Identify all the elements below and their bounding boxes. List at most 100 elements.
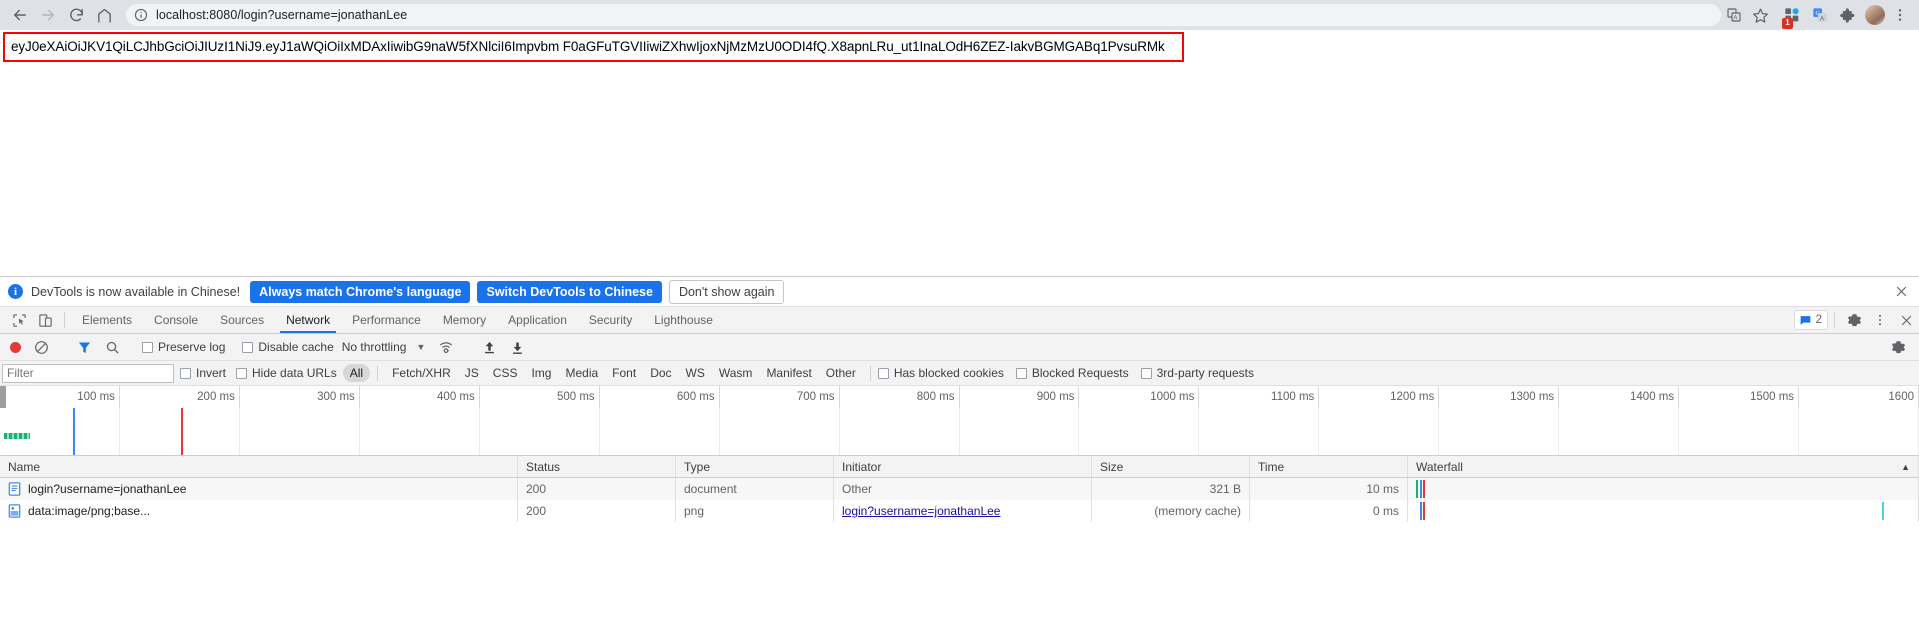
divider [64,312,65,328]
filter-type-other[interactable]: Other [819,364,863,382]
cell-type: document [676,478,834,500]
translate-icon[interactable]: A [1721,2,1747,28]
initiator-link[interactable]: login?username=jonathanLee [842,504,1000,518]
column-header-initiator[interactable]: Initiator [834,456,1092,477]
preserve-log-label: Preserve log [158,340,226,354]
star-icon[interactable] [1747,2,1773,28]
info-circle-icon[interactable] [134,8,148,22]
message-count-label: 2 [1815,314,1822,326]
console-message-count[interactable]: 2 [1793,310,1828,330]
download-arrow-icon[interactable] [504,340,530,355]
home-button[interactable] [90,1,118,29]
tab-lighthouse[interactable]: Lighthouse [643,307,724,333]
has-blocked-cookies-checkbox[interactable]: Has blocked cookies [877,366,1004,380]
network-overview-timeline[interactable]: 100 ms 200 ms 300 ms 400 ms 500 ms 600 ms 700 … [0,386,1919,456]
column-header-size[interactable]: Size [1092,456,1250,477]
divider [1834,312,1835,328]
third-party-requests-checkbox[interactable]: 3rd-party requests [1140,366,1254,380]
extensions-puzzle-icon[interactable] [1835,2,1861,28]
cell-name[interactable]: data:image/png;base... [0,500,518,522]
preserve-log-checkbox[interactable]: Preserve log [142,340,225,354]
omnibox-url-text: localhost:8080/login?username=jonathanLe… [156,8,408,22]
network-settings-gear-icon[interactable] [1885,340,1911,355]
filter-type-all[interactable]: All [342,364,371,382]
filter-type-css[interactable]: CSS [486,364,525,382]
filter-type-media[interactable]: Media [558,364,605,382]
jwt-token-highlight: eyJ0eXAiOiJKV1QiLCJhbGciOiJIUzI1NiJ9.eyJ… [3,32,1184,62]
back-button[interactable] [6,1,34,29]
checkbox-box [236,367,248,379]
extensions-puzzle-grid-icon[interactable]: 1 [1779,2,1805,29]
filter-type-doc[interactable]: Doc [643,364,678,382]
hide-data-urls-checkbox[interactable]: Hide data URLs [236,366,337,380]
tab-label: Memory [442,313,487,327]
close-icon[interactable] [1893,284,1909,300]
dont-show-again-button[interactable]: Don't show again [668,279,785,304]
always-match-chrome-language-button[interactable]: Always match Chrome's language [250,280,471,303]
column-header-name[interactable]: Name [0,456,518,477]
cell-initiator[interactable]: login?username=jonathanLee [834,500,1092,522]
search-input[interactable] [2,363,174,383]
tab-console[interactable]: Console [143,307,209,333]
tab-application[interactable]: Application [497,307,578,333]
chrome-menu-icon[interactable] [1887,2,1913,28]
timeline-gridline [840,408,960,455]
request-bar [4,433,30,439]
third-party-requests-label: 3rd-party requests [1156,366,1254,380]
filter-type-manifest[interactable]: Manifest [759,364,818,382]
blocked-requests-checkbox[interactable]: Blocked Requests [1015,366,1129,380]
column-header-time[interactable]: Time [1250,456,1408,477]
tab-performance[interactable]: Performance [341,307,432,333]
cell-initiator: Other [834,478,1092,500]
timeline-gridline [240,408,360,455]
chevron-down-icon[interactable]: ▼ [416,342,425,352]
record-stop-icon[interactable] [10,341,21,353]
google-translate-icon[interactable]: GA [1807,2,1833,28]
tab-memory[interactable]: Memory [432,307,497,333]
tab-sources[interactable]: Sources [209,307,275,333]
omnibox[interactable]: localhost:8080/login?username=jonathanLe… [126,4,1721,26]
tab-label: Lighthouse [654,313,713,327]
upload-arrow-icon[interactable] [476,340,502,355]
sort-ascending-icon[interactable]: ▲ [1901,462,1910,472]
tab-elements[interactable]: Elements [71,307,143,333]
cell-name[interactable]: login?username=jonathanLee [0,478,518,500]
throttling-select[interactable]: No throttling [342,340,407,354]
tab-security[interactable]: Security [578,307,643,333]
funnel-filter-icon[interactable] [71,340,97,355]
tab-label: Sources [220,313,265,327]
divider [869,365,871,381]
gear-icon[interactable] [1841,307,1867,333]
search-icon[interactable] [99,340,125,355]
tabbar-spacer [724,307,1794,333]
clear-no-entry-icon[interactable] [28,340,54,355]
filter-type-ws[interactable]: WS [679,364,712,382]
filter-type-font[interactable]: Font [605,364,643,382]
device-toolbar-icon[interactable] [32,307,58,333]
switch-devtools-to-chinese-button[interactable]: Switch DevTools to Chinese [477,280,662,303]
reload-button[interactable] [62,1,90,29]
tab-label: Security [588,313,633,327]
inspect-element-icon[interactable] [6,307,32,333]
column-header-waterfall[interactable]: Waterfall ▲ [1408,456,1919,477]
timeline-tick: 1100 ms [1199,386,1320,408]
column-header-status[interactable]: Status [518,456,676,477]
tab-network[interactable]: Network [275,307,341,333]
filter-type-js[interactable]: JS [458,364,486,382]
timeline-start-marker [0,386,6,408]
has-blocked-cookies-label: Has blocked cookies [893,366,1004,380]
timeline-tick: 800 ms [840,386,960,408]
more-vertical-icon[interactable] [1867,307,1893,333]
filter-type-fetch-xhr[interactable]: Fetch/XHR [385,364,458,382]
avatar[interactable] [1865,5,1885,25]
disable-cache-checkbox[interactable]: Disable cache [242,340,334,354]
invert-checkbox[interactable]: Invert [180,366,226,380]
filter-type-wasm[interactable]: Wasm [712,364,760,382]
column-header-type[interactable]: Type [676,456,834,477]
forward-button[interactable] [34,1,62,29]
filter-type-img[interactable]: Img [524,364,558,382]
close-devtools-icon[interactable] [1893,307,1919,333]
wifi-settings-icon[interactable] [433,339,459,355]
table-row[interactable]: login?username=jonathanLee 200 document … [0,478,1919,500]
table-row[interactable]: data:image/png;base... 200 png login?use… [0,500,1919,522]
